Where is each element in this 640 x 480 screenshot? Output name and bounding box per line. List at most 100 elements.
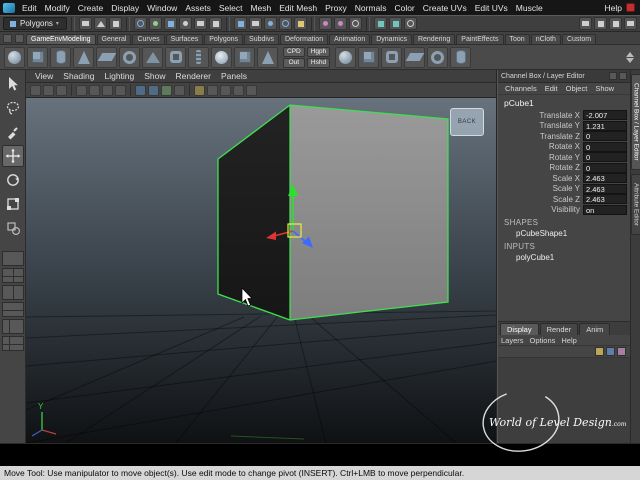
new-layer-icon[interactable] [595,347,604,356]
shelf-icon-poly-torus[interactable] [119,46,140,68]
separator-icon[interactable] [246,84,257,96]
shelf-icon-smooth[interactable] [335,46,357,68]
menu-normals[interactable]: Normals [351,3,391,13]
scale-tool-icon[interactable] [2,193,24,215]
shelf-tab-toon[interactable]: Toon [504,34,530,44]
channel-label[interactable]: Rotate X [502,142,583,151]
shelf-menu-icon[interactable] [15,34,24,43]
layer-menu-options[interactable]: Options [530,336,556,345]
snap-point-icon[interactable] [264,17,277,30]
ipr-render-icon[interactable] [389,17,402,30]
shelf-tab-ncloth[interactable]: nCloth [530,34,561,44]
channel-label[interactable]: Scale X [502,174,583,183]
layout-two-pane-side-button[interactable] [1,285,24,300]
layout-hypershade-persp-button[interactable] [1,336,24,351]
shelf-tab-curves[interactable]: Curves [132,34,165,44]
open-scene-icon[interactable] [94,17,107,30]
menu-edit[interactable]: Edit [18,3,41,13]
shelf-button-hgph[interactable]: Hgph [306,46,331,57]
film-gate-icon[interactable] [89,84,100,96]
sidebar-toolsettings-toggle-icon[interactable] [624,17,637,30]
object-name[interactable]: pCube1 [502,97,627,110]
layout-single-pane-button[interactable] [1,251,24,266]
new-scene-icon[interactable] [79,17,92,30]
grid-toggle-icon[interactable] [76,84,87,96]
shelf-icon-poly-soccerball[interactable] [211,46,232,68]
shelf-tab-polygons[interactable]: Polygons [204,34,244,44]
shape-node-name[interactable]: pCubeShape1 [502,228,627,239]
select-mask-point-icon[interactable] [179,17,192,30]
cb-menu-channels[interactable]: Channels [501,84,541,93]
shelf-icon-extrude[interactable] [358,46,380,68]
shelf-icon-poly-prism[interactable] [142,46,163,68]
shelf-button-cpd[interactable]: CPD [283,46,305,57]
channel-value-field[interactable]: 0 [583,162,627,173]
layer-tab-render[interactable]: Render [539,323,579,335]
maya-app-icon[interactable] [3,2,15,13]
shelf-tab-rendering[interactable]: Rendering [412,34,456,44]
shelf-tab-options-icon[interactable] [3,34,12,43]
select-mask-face-icon[interactable] [209,17,222,30]
layer-menu-layers[interactable]: Layers [501,336,524,345]
shelf-icon-bevel[interactable] [381,46,403,68]
shelf-icon-poly-pyramid[interactable] [257,46,278,68]
shelf-icon-poly-pipe[interactable] [165,46,186,68]
menu-proxy[interactable]: Proxy [321,3,351,13]
menu-assets[interactable]: Assets [181,3,215,13]
multilister-icon[interactable] [233,84,244,96]
save-scene-icon[interactable] [109,17,122,30]
channel-label[interactable]: Translate Y [502,121,583,130]
select-mask-line-icon[interactable] [194,17,207,30]
channel-box-options-icon[interactable] [619,72,627,80]
shelf-scroll-down-icon[interactable] [626,57,634,63]
sidebar-tab-channel-box[interactable]: Channel Box / Layer Editor [630,74,640,170]
sidebar-tab-attribute-editor[interactable]: Attribute Editor [630,173,640,235]
shelf-button-out[interactable]: Out [283,57,305,68]
wireframe-mode-icon[interactable] [135,84,146,96]
menu-window[interactable]: Window [143,3,181,13]
menu-display[interactable]: Display [107,3,143,13]
shelf-icon-poly-platonic[interactable] [234,46,255,68]
shelf-scroll-up-icon[interactable] [626,51,634,57]
shelf-tab-subdivs[interactable]: Subdivs [244,34,279,44]
menu-mesh[interactable]: Mesh [246,3,275,13]
panel-menu-renderer[interactable]: Renderer [171,71,216,81]
isolate-select-icon[interactable] [194,84,205,96]
channel-box-pin-icon[interactable] [609,72,617,80]
menu-edit-uvs[interactable]: Edit UVs [471,3,512,13]
rotate-tool-icon[interactable] [2,169,24,191]
backface-culling-icon[interactable] [220,84,231,96]
layout-four-pane-button[interactable] [1,268,24,283]
shelf-scroll-arrows[interactable] [626,51,634,63]
menu-muscle[interactable]: Muscle [512,3,547,13]
viewport-canvas[interactable]: Y BACK [26,98,496,443]
menu-create-uvs[interactable]: Create UVs [419,3,471,13]
shelf-icon-poly-sphere[interactable] [4,46,25,68]
shelf-icon-split[interactable] [450,46,472,68]
lasso-tool-icon[interactable] [2,97,24,119]
last-tool-icon[interactable] [2,217,24,239]
menu-set-dropdown[interactable]: Polygons ▾ [3,17,67,30]
snap-grid-icon[interactable] [234,17,247,30]
shelf-icon-poly-plane[interactable] [96,46,117,68]
channel-value-field[interactable]: 0 [583,152,627,163]
move-tool-icon[interactable] [1,145,24,167]
shelf-tab-animation[interactable]: Animation [329,34,371,44]
channel-label[interactable]: Rotate Y [502,153,583,162]
layer-menu-help[interactable]: Help [561,336,576,345]
channel-label[interactable]: Scale Z [502,195,583,204]
channel-value-field[interactable]: 2.463 [583,194,627,205]
channel-label[interactable]: Translate Z [502,132,583,141]
gate-mask-icon[interactable] [115,84,126,96]
channel-value-field[interactable]: 0 [583,131,627,142]
bookmark-icon[interactable] [56,84,67,96]
cb-menu-show[interactable]: Show [591,84,618,93]
snap-curve-icon[interactable] [249,17,262,30]
viewcube[interactable]: BACK [450,108,484,136]
layer-list[interactable] [498,358,630,443]
input-connections-icon[interactable] [319,17,332,30]
shelf-tab-deformation[interactable]: Deformation [279,34,329,44]
sidebar-channelbox-toggle-icon[interactable] [594,17,607,30]
channel-label[interactable]: Rotate Z [502,163,583,172]
shelf-icon-poly-cone[interactable] [73,46,94,68]
